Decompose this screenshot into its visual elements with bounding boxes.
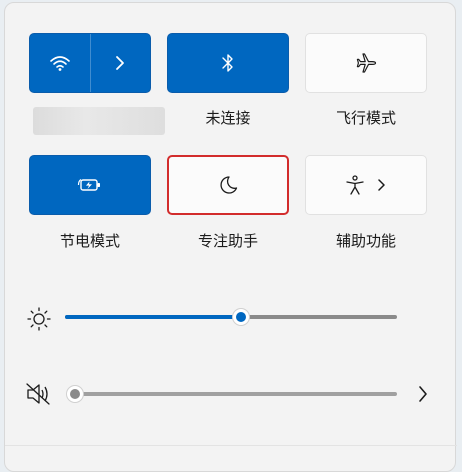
sun-icon bbox=[25, 305, 53, 333]
wifi-icon bbox=[49, 56, 70, 71]
airplane-mode-label: 飞行模式 bbox=[335, 109, 396, 127]
accessibility-icon bbox=[346, 175, 364, 195]
moon-icon bbox=[220, 176, 238, 194]
focus-assist-label: 专注助手 bbox=[197, 232, 258, 250]
bluetooth-icon bbox=[222, 54, 233, 72]
chevron-right-icon bbox=[116, 56, 125, 70]
accessibility-tile[interactable] bbox=[305, 155, 427, 215]
volume-slider-track[interactable] bbox=[75, 392, 397, 396]
battery-saver-tile[interactable] bbox=[29, 155, 151, 215]
wifi-network-name-redacted bbox=[33, 107, 165, 135]
volume-slider-thumb[interactable] bbox=[66, 385, 84, 403]
battery-saver-icon bbox=[77, 178, 100, 191]
focus-assist-tile[interactable] bbox=[167, 155, 289, 215]
volume-thumb-dot bbox=[70, 389, 80, 399]
audio-output-button[interactable] bbox=[411, 381, 435, 407]
wifi-tile[interactable] bbox=[29, 33, 151, 93]
battery-saver-label: 节电模式 bbox=[59, 232, 120, 250]
quick-settings-panel: 未连接 飞行模式 节电模式 专注助手 辅助功能 bbox=[4, 2, 457, 472]
bluetooth-label: 未连接 bbox=[205, 109, 251, 127]
speaker-muted-icon[interactable] bbox=[23, 379, 55, 409]
wifi-toggle[interactable] bbox=[30, 34, 90, 92]
airplane-icon bbox=[356, 53, 377, 73]
airplane-mode-tile[interactable] bbox=[305, 33, 427, 93]
brightness-thumb-dot bbox=[235, 312, 246, 322]
wifi-networks-button[interactable] bbox=[91, 34, 151, 92]
panel-footer-divider bbox=[5, 445, 457, 446]
accessibility-label: 辅助功能 bbox=[335, 232, 396, 250]
brightness-slider-fill bbox=[65, 315, 241, 319]
chevron-right-icon bbox=[419, 386, 427, 402]
bluetooth-tile[interactable] bbox=[167, 33, 289, 93]
brightness-slider-thumb[interactable] bbox=[231, 308, 250, 326]
chevron-right-icon bbox=[378, 179, 385, 191]
